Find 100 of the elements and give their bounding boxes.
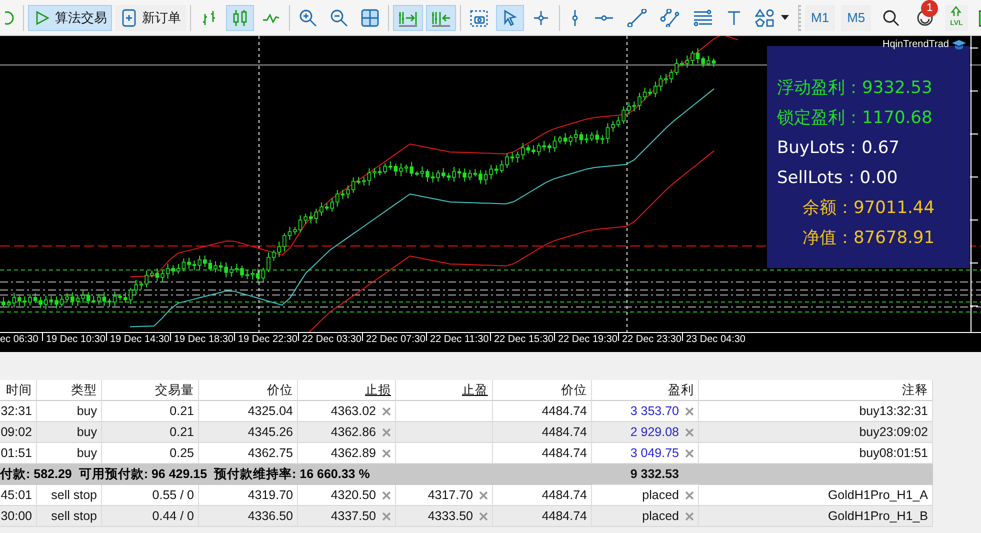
time-label: ec 06:30 [0, 334, 38, 345]
info-line: 锁定盈利：1170.68 [777, 107, 934, 130]
table-cell: 0.21 [170, 404, 194, 418]
column-header[interactable]: 交易量 [155, 382, 194, 398]
table-cell: sell stop [51, 488, 97, 502]
table-cell: 4317.70 [428, 488, 473, 502]
table-cell: 3 353.70 [630, 404, 679, 418]
close-icon[interactable] [685, 448, 694, 458]
close-icon[interactable] [685, 512, 694, 520]
column-header[interactable]: 盈利 [668, 382, 694, 398]
table-cell: :45:01 [0, 488, 32, 502]
table-cell: placed [642, 488, 679, 502]
table-cell: sell stop [51, 509, 97, 523]
table-cell: buy08:01:51 [859, 446, 928, 460]
column-header[interactable]: 价位 [561, 382, 587, 398]
time-label: 22 Dec 07:30 [366, 334, 426, 345]
table-cell: 4362.86 [330, 425, 376, 439]
timeframe-button[interactable]: M5 [841, 4, 872, 30]
close-icon[interactable] [685, 406, 694, 416]
cursor-icon[interactable] [496, 4, 524, 30]
table-cell: buy [76, 404, 97, 418]
column-header[interactable]: 类型 [71, 382, 97, 398]
table-row[interactable]: :32:31 buy 0.21 4325.04 4363.02 4484.74 3 353.70 buy13:32:31 [0, 401, 933, 422]
column-header[interactable]: 时间 [6, 382, 32, 398]
column-header[interactable]: 价位 [267, 382, 293, 398]
notification-badge: 1 [921, 0, 938, 16]
column-header[interactable]: 注释 [902, 382, 928, 398]
table-cell: 4484.74 [542, 488, 587, 502]
table-cell: 0.25 [170, 446, 194, 460]
caret-icon[interactable] [781, 14, 789, 20]
document-plus-icon [120, 8, 138, 26]
close-icon[interactable] [685, 490, 694, 500]
table-cell: 0.44 / 0 [152, 509, 194, 523]
time-label: 19 Dec 22:30 [238, 334, 298, 345]
table-cell: 0.21 [170, 425, 194, 439]
time-label: 22 Dec 23:30 [622, 334, 682, 345]
table-cell: buy23:09:02 [859, 425, 928, 439]
info-line: BuyLots：0.67 [777, 137, 900, 160]
table-cell: 4484.74 [542, 509, 587, 523]
autoscroll-icon[interactable] [393, 4, 423, 30]
info-line: 净值：87678.91 [801, 227, 936, 250]
table-cell: 4325.04 [248, 404, 293, 418]
toolbar-button[interactable]: 新订单 [115, 4, 186, 30]
table-cell: 4319.70 [248, 488, 293, 502]
table-row[interactable]: :45:01 sell stop 0.55 / 0 4319.70 4320.50 4317.70 4484.74 placed GoldH1Pro_H1_A [0, 485, 933, 506]
close-icon[interactable] [382, 448, 391, 458]
time-label: 22 Dec 15:30 [494, 334, 554, 345]
timeframe-button[interactable]: M1 [805, 4, 836, 30]
close-icon[interactable] [382, 512, 391, 520]
close-icon[interactable] [382, 490, 391, 500]
table-cell: 4362.89 [330, 446, 376, 460]
graduation-cap-icon [952, 39, 966, 50]
chart-shift-icon[interactable] [426, 4, 456, 30]
table-cell: 2 929.08 [630, 425, 679, 439]
table-cell: 3 049.75 [630, 446, 679, 460]
time-label: 19 Dec 10:30 [46, 334, 106, 345]
time-label: 19 Dec 14:30 [110, 334, 170, 345]
table-cell: placed [642, 509, 679, 523]
table-cell: GoldH1Pro_H1_B [828, 509, 928, 523]
table-cell: buy [76, 425, 97, 439]
close-icon[interactable] [479, 490, 488, 500]
table-cell: 0.55 / 0 [152, 488, 194, 502]
candlestick-icon[interactable] [226, 4, 254, 30]
table-row[interactable]: :09:02 buy 0.21 4345.26 4362.86 4484.74 2 929.08 buy23:09:02 [0, 422, 933, 443]
table-cell: :01:51 [0, 446, 32, 460]
close-icon[interactable] [479, 512, 488, 520]
table-row[interactable]: :30:00 sell stop 0.44 / 0 4336.50 4337.50 4333.50 4484.74 placed GoldH1Pro_H1_B [0, 506, 933, 527]
table-cell: 4484.74 [542, 404, 587, 418]
table-cell: 4337.50 [330, 509, 376, 523]
time-label: 23 Dec 04:30 [686, 334, 746, 345]
table-cell: :09:02 [0, 425, 32, 439]
time-label: 19 Dec 18:30 [174, 334, 234, 345]
table-cell: 4363.02 [330, 404, 376, 418]
time-label: 22 Dec 11:30 [430, 334, 489, 345]
toolbar-button[interactable]: 算法交易 [28, 4, 112, 30]
total-profit: 9 332.53 [630, 467, 679, 481]
arrow-up-icon [950, 6, 962, 16]
close-icon[interactable] [382, 428, 391, 436]
column-header[interactable]: 止损 [365, 382, 391, 398]
column-header[interactable]: 止盈 [462, 382, 488, 398]
table-cell: 4320.50 [330, 488, 376, 502]
table-cell: 4484.74 [542, 425, 587, 439]
table-cell: 4362.75 [248, 446, 293, 460]
table-row[interactable]: :01:51 buy 0.25 4362.75 4362.89 4484.74 3 049.75 buy08:01:51 [0, 443, 933, 464]
table-cell: 4345.26 [248, 425, 293, 439]
info-line: 余额：97011.44 [801, 197, 936, 220]
info-line: 浮动盈利：9332.53 [777, 77, 934, 100]
close-icon[interactable] [382, 406, 391, 416]
table-cell: GoldH1Pro_H1_A [828, 488, 928, 502]
table-cell: :32:31 [0, 404, 32, 418]
table-cell: 4336.50 [248, 509, 293, 523]
table-cell: buy13:32:31 [859, 404, 928, 418]
time-label: 22 Dec 03:30 [302, 334, 362, 345]
expert-name: HqinTrendTrad [882, 39, 949, 50]
table-cell: buy [76, 446, 97, 460]
table-cell: 4333.50 [428, 509, 473, 523]
close-icon[interactable] [685, 428, 694, 436]
info-line: SellLots：0.00 [777, 167, 899, 190]
table-cell: 4484.74 [542, 446, 587, 460]
time-label: 22 Dec 19:30 [558, 334, 618, 345]
